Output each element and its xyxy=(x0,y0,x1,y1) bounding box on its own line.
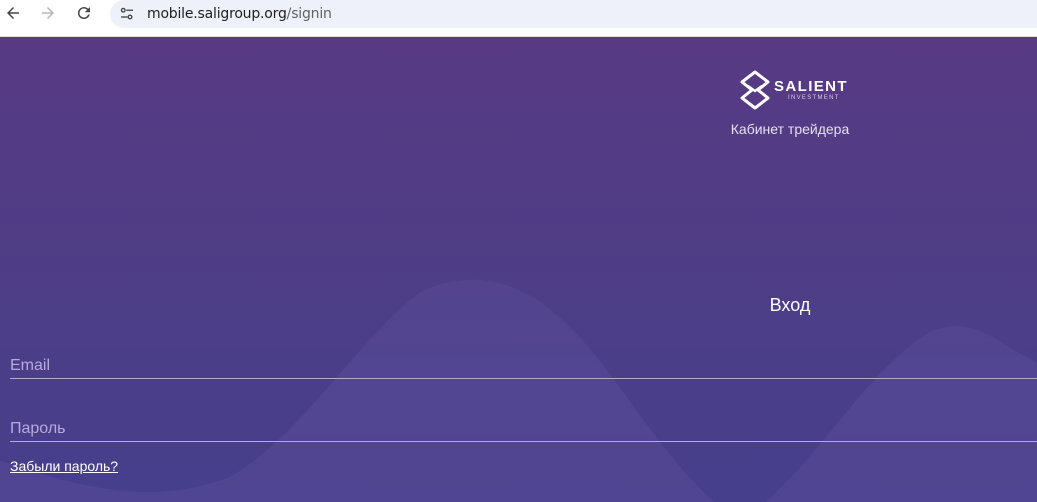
cabinet-title: Кабинет трейдера xyxy=(730,121,850,137)
signin-page: SALIENT INVESTMENT Кабинет трейдера Вход… xyxy=(0,37,1037,502)
tune-icon[interactable] xyxy=(118,5,136,23)
url-host: mobile.saligroup.org xyxy=(147,6,287,22)
email-field-wrapper xyxy=(10,349,1037,379)
back-button[interactable] xyxy=(1,1,25,25)
toolbar-divider xyxy=(0,30,1037,37)
reload-icon xyxy=(77,7,90,20)
arrow-right-icon xyxy=(42,7,54,19)
forgot-password-link[interactable]: Забыли пароль? xyxy=(10,458,118,474)
brand-block: SALIENT INVESTMENT Кабинет трейдера xyxy=(728,70,852,140)
url-text[interactable]: mobile.saligroup.org/signin xyxy=(147,6,332,22)
password-field-wrapper xyxy=(10,412,1037,442)
salient-logo: SALIENT INVESTMENT xyxy=(738,70,847,114)
password-input[interactable] xyxy=(10,412,1037,441)
login-heading: Вход xyxy=(769,295,811,315)
reload-button[interactable] xyxy=(72,1,96,25)
address-bar[interactable]: mobile.saligroup.org/signin xyxy=(110,0,1037,28)
salient-logo-icon xyxy=(740,70,770,110)
url-path: /signin xyxy=(286,6,332,22)
arrow-left-icon xyxy=(7,7,19,19)
logo-subtitle: INVESTMENT xyxy=(788,95,840,101)
logo-name: SALIENT xyxy=(774,78,848,95)
browser-toolbar: mobile.saligroup.org/signin xyxy=(0,0,1037,30)
email-input[interactable] xyxy=(10,349,1037,378)
forward-button[interactable] xyxy=(36,1,60,25)
